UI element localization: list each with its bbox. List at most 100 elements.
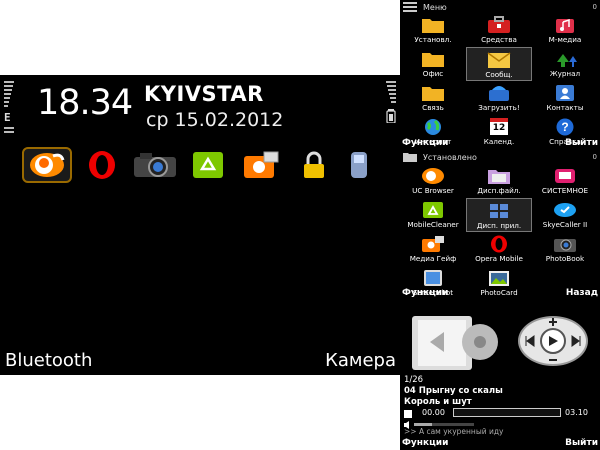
app-label: PhotoBook: [545, 254, 585, 263]
globe-icon: [421, 117, 445, 136]
app-skyecaller[interactable]: SkyeCaller II: [532, 198, 598, 232]
app-label: Дисп.файл.: [477, 186, 521, 195]
opera-icon: [487, 234, 511, 253]
download-shop-icon: [487, 83, 511, 102]
app-media-gallery[interactable]: Медиа Гейф: [400, 232, 466, 266]
folder-office-icon: [421, 49, 445, 68]
volume-fill: [414, 423, 432, 426]
right-softkey[interactable]: Камера: [325, 350, 396, 371]
artist-name: Король и шут: [404, 397, 472, 407]
menu-item-download[interactable]: Загрузить!: [466, 81, 532, 115]
operator-name: KYIVSTAR: [144, 82, 264, 106]
envelope-icon: [487, 50, 511, 69]
stop-icon[interactable]: [404, 410, 412, 418]
uc-browser-shortcut[interactable]: [22, 147, 72, 183]
date-label[interactable]: ср 15.02.2012: [146, 109, 283, 131]
opera-icon: [89, 151, 115, 179]
recycle-shortcut[interactable]: [185, 149, 231, 181]
app-file-manager[interactable]: Дисп.файл.: [466, 164, 532, 198]
toolbox-icon: [487, 15, 511, 34]
track-index: 1/26: [404, 375, 424, 385]
arrows-log-icon: [553, 49, 577, 68]
menu-counter: 0: [592, 3, 597, 11]
media-gallery-icon: [421, 234, 445, 253]
volume-slider[interactable]: [414, 423, 474, 426]
camera-icon: [553, 234, 577, 253]
installed-back-softkey[interactable]: Назад: [566, 288, 598, 298]
installed-apps-panel: Установлено 0 UC Browser Дисп.файл. СИСТ…: [400, 150, 600, 302]
menu-item-installed[interactable]: Установл.: [400, 13, 466, 47]
lock-shortcut[interactable]: [291, 149, 337, 181]
recycle-icon: [193, 152, 223, 178]
left-softkey[interactable]: Bluetooth: [5, 350, 92, 371]
track-title: 04 Прыгну со скалы: [404, 386, 503, 396]
previous-icon[interactable]: [524, 335, 536, 347]
clock-time[interactable]: 18.34: [37, 83, 133, 123]
folder-apps-icon: [421, 15, 445, 34]
home-screen: E 18.34 KYIVSTAR ср 15.02.2012 Bluetooth…: [0, 75, 400, 375]
media-gallery-shortcut[interactable]: [238, 149, 284, 181]
app-manager-icon: [487, 201, 511, 220]
next-icon[interactable]: [570, 335, 582, 347]
app-mobile-cleaner[interactable]: MobileCleaner: [400, 198, 466, 232]
app-label: Opera Mobile: [475, 254, 523, 263]
player-exit-softkey[interactable]: Выйти: [565, 438, 598, 448]
calendar-icon: 12: [487, 117, 511, 136]
media-gallery-icon: [244, 151, 279, 178]
total-time: 03.10: [565, 408, 588, 417]
photocard-icon: [487, 268, 511, 287]
menu-item-label: Установл.: [414, 35, 452, 44]
app-photobook[interactable]: PhotoBook: [532, 232, 598, 266]
menu-item-connectivity[interactable]: Связь: [400, 81, 466, 115]
app-photocard[interactable]: PhotoCard: [466, 266, 532, 300]
play-icon: [549, 336, 558, 346]
app-system[interactable]: СИСТЕМНОЕ: [532, 164, 598, 198]
menu-item-calendar[interactable]: 12 Календ.: [466, 115, 532, 149]
uc-browser-icon: [30, 153, 65, 177]
folder-icon: [403, 153, 417, 162]
play-button[interactable]: [540, 328, 566, 354]
installed-options-softkey[interactable]: Функции: [402, 288, 448, 298]
menu-item-label: Журнал: [549, 69, 581, 78]
menu-item-label: Контакты: [546, 103, 584, 112]
app-uc-browser[interactable]: UC Browser: [400, 164, 466, 198]
main-menu-panel: Меню 0 Установл. Средства М-медиа Офис С…: [400, 0, 600, 150]
uc-browser-icon: [421, 166, 445, 185]
music-player-panel: 1/26 04 Прыгну со скалы Король и шут 00.…: [400, 302, 600, 450]
app-label: PhotoCard: [480, 288, 518, 297]
app-label: СИСТЕМНОЕ: [541, 186, 589, 195]
network-type-label: E: [4, 111, 11, 124]
menu-item-label: Офис: [422, 69, 444, 78]
volume-down-icon[interactable]: [548, 355, 558, 365]
calendar-day: 12: [490, 118, 508, 135]
shortcut-bar: [22, 147, 374, 183]
file-manager-icon: [487, 166, 511, 185]
menu-item-office[interactable]: Офис: [400, 47, 466, 81]
menu-item-messages[interactable]: Сообщ.: [466, 47, 532, 81]
menu-item-multimedia[interactable]: М-медиа: [532, 13, 598, 47]
menu-grid: Установл. Средства М-медиа Офис Сообщ. Ж…: [400, 13, 598, 149]
opera-shortcut[interactable]: [79, 149, 125, 181]
next-track-label: >> А сам укуренный иду: [404, 427, 504, 436]
dialer-shortcut[interactable]: [344, 149, 374, 181]
volume-up-icon[interactable]: [548, 317, 558, 327]
menu-options-softkey[interactable]: Функции: [402, 138, 448, 148]
installed-counter: 0: [592, 153, 597, 161]
playback-controls: [518, 316, 588, 366]
menu-item-tools[interactable]: Средства: [466, 13, 532, 47]
recycle-icon: [421, 200, 445, 219]
player-options-softkey[interactable]: Функции: [402, 438, 448, 448]
menu-title: Меню: [423, 2, 447, 12]
menu-exit-softkey[interactable]: Выйти: [565, 138, 598, 148]
camera-shortcut[interactable]: [132, 149, 178, 181]
elapsed-time: 00.00: [422, 408, 445, 417]
battery-level-icon: [386, 81, 396, 141]
menu-item-contacts[interactable]: Контакты: [532, 81, 598, 115]
app-app-manager[interactable]: Дисп. прил.: [466, 198, 532, 232]
app-label: MobileCleaner: [407, 220, 459, 229]
progress-bar[interactable]: [453, 408, 561, 417]
menu-header: Меню 0: [403, 0, 597, 14]
menu-item-log[interactable]: Журнал: [532, 47, 598, 81]
svg-text:?: ?: [561, 120, 568, 134]
app-opera-mobile[interactable]: Opera Mobile: [466, 232, 532, 266]
